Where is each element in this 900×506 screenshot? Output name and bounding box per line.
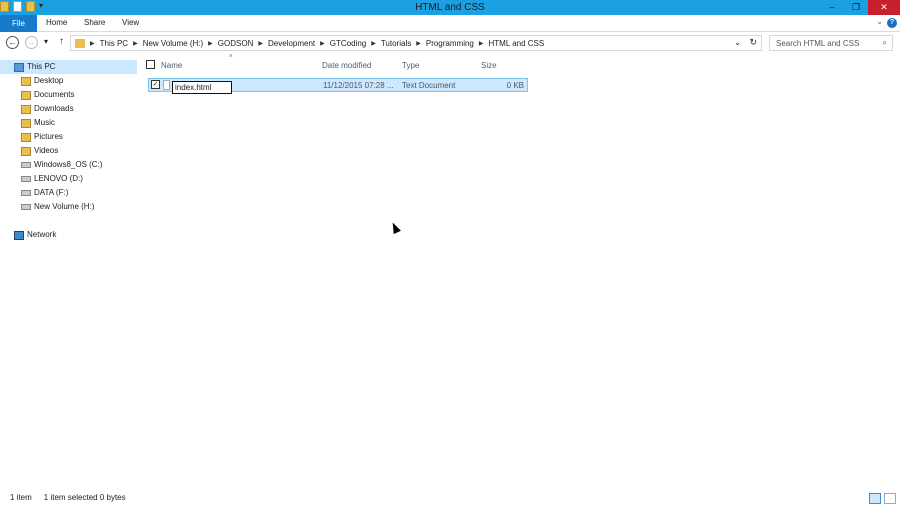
sidebar-item-this-pc[interactable]: This PC xyxy=(0,60,137,74)
breadcrumb-item[interactable]: Programming xyxy=(426,39,474,48)
sidebar-item-videos[interactable]: Videos xyxy=(0,144,137,158)
item-count: 1 item xyxy=(10,493,32,502)
forward-button[interactable]: → xyxy=(25,36,38,49)
ribbon: File Home Share View ⌄ ? xyxy=(0,15,900,32)
column-header-name[interactable]: Name xyxy=(161,61,182,75)
up-button[interactable]: ↑ xyxy=(59,36,64,47)
breadcrumb-item[interactable]: Tutorials xyxy=(381,39,411,48)
help-icon[interactable]: ? xyxy=(887,18,897,28)
sort-ascending-icon: ˄ xyxy=(229,54,233,60)
select-all-checkbox[interactable] xyxy=(146,60,155,69)
address-dropdown-icon[interactable]: ⌄ xyxy=(734,38,741,47)
large-icons-view-button[interactable] xyxy=(884,493,896,504)
column-header-date[interactable]: Date modified xyxy=(322,61,371,75)
file-size: 0 KB xyxy=(506,81,524,90)
file-type: Text Document xyxy=(402,81,456,90)
sidebar-item-drive-f[interactable]: DATA (F:) xyxy=(0,186,137,200)
breadcrumb-item[interactable]: New Volume (H:) xyxy=(143,39,203,48)
title-bar: ▾ HTML and CSS – ❐ ✕ xyxy=(0,0,900,15)
folder-icon xyxy=(21,118,31,128)
text-file-icon xyxy=(163,80,170,90)
column-header-type[interactable]: Type xyxy=(402,61,419,75)
folder-icon xyxy=(21,132,31,142)
column-header-size[interactable]: Size xyxy=(481,61,497,75)
tab-view[interactable]: View xyxy=(122,18,139,27)
sidebar-item-desktop[interactable]: Desktop xyxy=(0,74,137,88)
drive-icon xyxy=(21,162,31,168)
back-button[interactable]: ← xyxy=(6,36,19,49)
sidebar-item-pictures[interactable]: Pictures xyxy=(0,130,137,144)
folder-icon xyxy=(21,146,31,156)
row-checkbox[interactable]: ✓ xyxy=(151,80,160,89)
folder-icon xyxy=(75,38,85,48)
sidebar-item-documents[interactable]: Documents xyxy=(0,88,137,102)
drive-icon xyxy=(21,176,31,182)
computer-icon xyxy=(14,62,24,72)
drive-icon xyxy=(21,190,31,196)
search-icon[interactable]: ⌕ xyxy=(883,38,887,48)
tab-home[interactable]: Home xyxy=(46,18,67,27)
table-row[interactable]: ✓ index.html 11/12/2015 07:28 ... Text D… xyxy=(148,78,528,94)
address-bar[interactable]: ▶ This PC ▶ New Volume (H:) ▶ GODSON ▶ Devel… xyxy=(70,35,762,51)
minimize-button[interactable]: – xyxy=(820,0,844,15)
tab-share[interactable]: Share xyxy=(84,18,105,27)
sidebar-item-network[interactable]: Network xyxy=(0,228,137,242)
selection-info: 1 item selected 0 bytes xyxy=(43,493,126,502)
breadcrumb-item[interactable]: This PC xyxy=(100,39,128,48)
tab-file[interactable]: File xyxy=(0,15,37,32)
rename-input[interactable]: index.html xyxy=(172,81,232,94)
folder-icon xyxy=(21,76,31,86)
search-input[interactable]: Search HTML and CSS ⌕ xyxy=(769,35,893,51)
drive-icon xyxy=(21,204,31,210)
recent-locations-button[interactable]: ▾ xyxy=(44,37,48,46)
sidebar-item-drive-d[interactable]: LENOVO (D:) xyxy=(0,172,137,186)
restore-button[interactable]: ❐ xyxy=(844,0,868,15)
folder-icon xyxy=(21,104,31,114)
expand-ribbon-icon[interactable]: ⌄ xyxy=(876,17,883,26)
file-date: 11/12/2015 07:28 ... xyxy=(323,81,394,90)
close-button[interactable]: ✕ xyxy=(868,0,900,15)
sidebar-item-drive-h[interactable]: New Volume (H:) xyxy=(0,200,137,214)
breadcrumb-item[interactable]: Development xyxy=(268,39,315,48)
refresh-icon[interactable]: ↻ xyxy=(749,37,757,48)
navigation-bar: ← → ▾ ↑ ▶ This PC ▶ New Volume (H:) ▶ GODSO… xyxy=(0,34,900,52)
sidebar-item-downloads[interactable]: Downloads xyxy=(0,102,137,116)
folder-icon xyxy=(21,90,31,100)
details-view-button[interactable] xyxy=(869,493,881,504)
window-title: HTML and CSS xyxy=(415,2,485,13)
sidebar-item-music[interactable]: Music xyxy=(0,116,137,130)
navigation-pane: This PC Desktop Documents Downloads Musi… xyxy=(0,60,137,242)
breadcrumb-item[interactable]: GTCoding xyxy=(330,39,366,48)
breadcrumb-item[interactable]: HTML and CSS xyxy=(489,39,545,48)
search-placeholder: Search HTML and CSS xyxy=(776,39,860,48)
sidebar-item-drive-c[interactable]: Windows8_OS (C:) xyxy=(0,158,137,172)
mouse-cursor-icon xyxy=(389,220,401,235)
network-icon xyxy=(14,230,24,240)
breadcrumb-item[interactable]: GODSON xyxy=(218,39,254,48)
status-bar: 1 item 1 item selected 0 bytes xyxy=(0,490,900,506)
